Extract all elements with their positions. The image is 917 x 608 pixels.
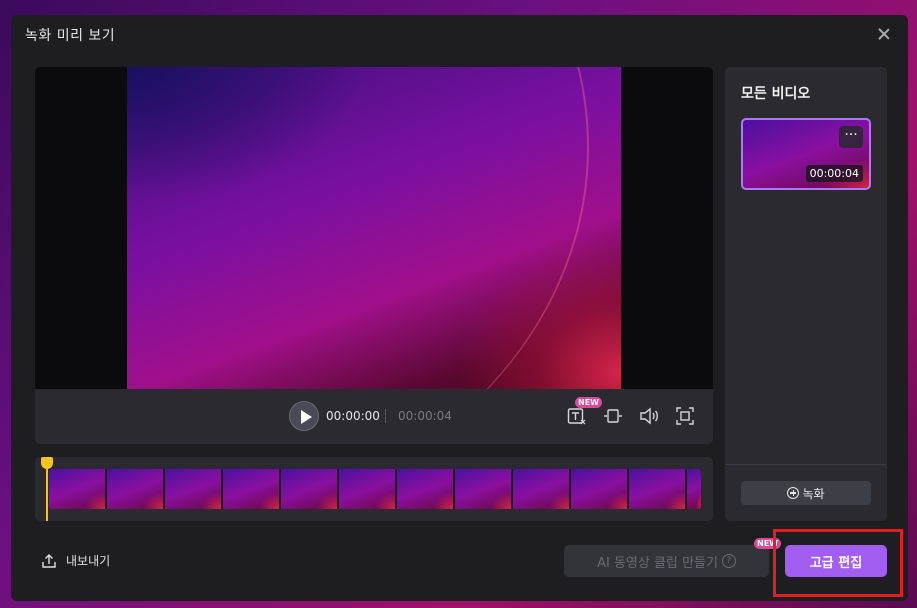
plus-circle-icon (787, 487, 800, 499)
fullscreen-icon[interactable] (675, 406, 695, 426)
timeline-thumbnail (49, 469, 105, 509)
timeline-thumbnail (165, 469, 221, 509)
help-icon[interactable]: ? (721, 554, 736, 568)
video-duration-badge: 00:00:04 (805, 165, 863, 182)
text-speech-icon[interactable]: NEW (567, 397, 602, 426)
video-thumbnail[interactable]: ··· 00:00:04 (741, 118, 871, 190)
video-player: 00:00:00 00:00:04 NEW (35, 67, 713, 444)
video-list-panel: 모든 비디오 ··· 00:00:04 녹화 (725, 67, 887, 521)
export-label: 내보내기 (66, 554, 111, 568)
new-badge: NEW (575, 397, 602, 408)
record-button[interactable]: 녹화 (741, 481, 871, 505)
video-frame (127, 67, 621, 389)
playhead-line (46, 467, 48, 521)
ai-clip-button[interactable]: AI 동영상 클립 만들기 ? NEW (564, 538, 781, 577)
timeline-thumbnail (513, 469, 569, 509)
recording-preview-dialog: 녹화 미리 보기 00:00:00 00:00:04 NEW 모든 비디오 ··… (11, 15, 908, 601)
timeline-thumbnail (223, 469, 279, 509)
player-controls: 00:00:00 00:00:04 NEW (35, 389, 713, 444)
playhead-handle[interactable] (41, 457, 53, 469)
more-options-button[interactable]: ··· (839, 126, 863, 148)
timeline-thumbnail (687, 469, 701, 509)
crop-icon[interactable] (603, 406, 623, 426)
timeline-thumbnail (455, 469, 511, 509)
timeline-thumbnail (571, 469, 627, 509)
ai-clip-label: AI 동영상 클립 만들기 (597, 555, 718, 571)
video-viewport (35, 67, 713, 389)
current-time: 00:00:00 (326, 409, 380, 423)
panel-divider (725, 464, 887, 465)
timeline-thumbnail (281, 469, 337, 509)
close-icon[interactable] (874, 25, 894, 45)
volume-icon[interactable] (639, 406, 659, 426)
timeline-thumbnail (397, 469, 453, 509)
duration-time: 00:00:04 (398, 409, 452, 423)
timeline-thumbnail (107, 469, 163, 509)
thumbnail-strip[interactable] (49, 469, 701, 509)
timeline-thumbnail (629, 469, 685, 509)
timeline[interactable] (35, 457, 713, 521)
time-separator (385, 409, 386, 423)
highlight-box (773, 529, 903, 597)
export-icon (42, 553, 56, 568)
record-label: 녹화 (802, 486, 825, 501)
dialog-title: 녹화 미리 보기 (25, 28, 116, 44)
export-button[interactable]: 내보내기 (41, 552, 110, 569)
timeline-thumbnail (339, 469, 395, 509)
play-button[interactable] (289, 401, 319, 431)
panel-title: 모든 비디오 (741, 86, 811, 102)
